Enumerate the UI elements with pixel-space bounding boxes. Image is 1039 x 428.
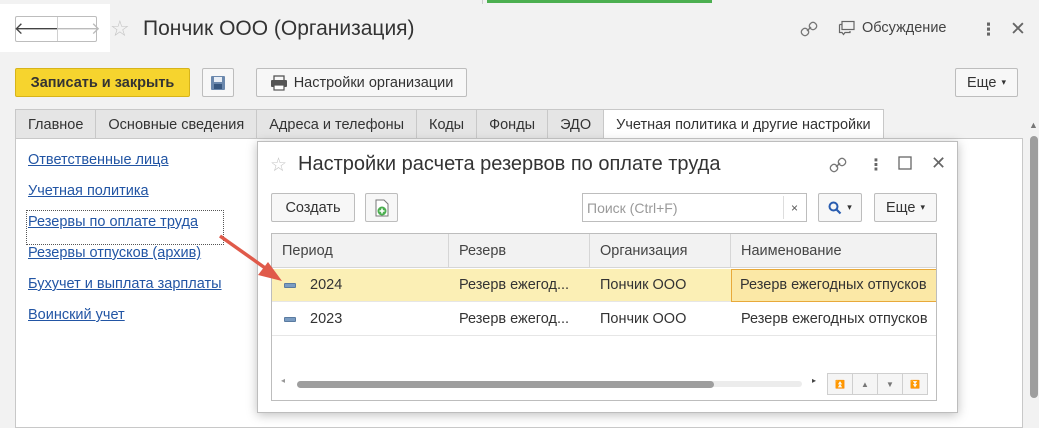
link-icon[interactable] (800, 20, 818, 43)
tab-4[interactable]: Фонды (476, 109, 549, 139)
table-row[interactable]: 2023 Резерв ежегод... Пончик ООО Резерв еже… (272, 303, 936, 336)
scroll-right-icon[interactable]: ▸ (812, 376, 816, 385)
favorite-star-icon[interactable]: ☆ (110, 16, 130, 42)
save-button[interactable] (202, 68, 234, 97)
table-navigation: ⏫ ▲ ▼ ⏬ (827, 373, 928, 395)
column-header-name[interactable]: Наименование (731, 234, 936, 268)
add-document-icon (375, 199, 388, 216)
scroll-up-icon[interactable]: ▲ (852, 373, 878, 395)
close-icon[interactable]: ✕ (931, 153, 946, 174)
record-icon (284, 283, 296, 288)
active-window-indicator (487, 0, 712, 3)
settings-link-1[interactable]: Учетная политика (28, 181, 222, 212)
settings-link-3[interactable]: Резервы отпусков (архив) (28, 243, 222, 274)
dropdown-arrow-icon: ▾ (1001, 77, 1007, 87)
column-header-reserve[interactable]: Резерв (449, 234, 590, 268)
tab-2[interactable]: Адреса и телефоны (256, 109, 418, 139)
search-input[interactable]: Поиск (Ctrl+F) (582, 193, 807, 222)
cell-period[interactable]: 2023 (300, 303, 449, 336)
window-title: Пончик ООО (Организация) (143, 17, 415, 40)
org-settings-button[interactable]: Настройки организации (256, 68, 467, 97)
scroll-down-icon[interactable]: ▼ (877, 373, 903, 395)
search-placeholder: Поиск (Ctrl+F) (587, 200, 678, 216)
scrollbar-thumb[interactable] (297, 381, 714, 388)
tab-0[interactable]: Главное (15, 109, 97, 139)
reserves-settings-dialog: ☆ Настройки расчета резервов по оплате т… (257, 141, 958, 413)
link-icon[interactable] (829, 156, 847, 179)
clear-search-button[interactable]: × (783, 196, 805, 219)
floppy-disk-icon (211, 75, 225, 90)
close-icon[interactable]: ✕ (1010, 18, 1026, 41)
chat-icon (838, 20, 855, 36)
settings-link-5[interactable]: Воинский учет (28, 305, 222, 336)
more-label: Еще (885, 199, 916, 216)
tab-3[interactable]: Коды (416, 109, 478, 139)
cell-period[interactable]: 2024 (300, 269, 449, 302)
tab-bar: Главное Основные сведения Адреса и телефон… (15, 109, 884, 140)
table-horizontal-scrollbar[interactable]: ◂ ▸ (271, 374, 816, 390)
column-header-period[interactable]: Период (272, 234, 449, 268)
page-scrollbar[interactable]: ▲ (1027, 118, 1039, 416)
scroll-up-icon[interactable]: ▲ (1029, 120, 1038, 130)
tab-5[interactable]: ЭДО (547, 109, 605, 139)
discussion-button[interactable]: Обсуждение (838, 20, 946, 36)
cell-org[interactable]: Пончик ООО (590, 303, 731, 336)
cell-org[interactable]: Пончик ООО (590, 269, 731, 302)
favorite-star-icon[interactable]: ☆ (270, 154, 287, 177)
scrollbar-thumb[interactable] (1030, 136, 1038, 398)
copy-button[interactable] (365, 193, 398, 222)
table-header: Период Резерв Организация Наименование (272, 234, 936, 268)
search-icon (828, 201, 842, 214)
search-button[interactable]: ▾ (818, 193, 862, 222)
column-header-organization[interactable]: Организация (590, 234, 731, 268)
cell-name[interactable]: Резерв ежегодных отпусков (731, 269, 936, 302)
org-settings-label: Настройки организации (293, 74, 454, 91)
dropdown-arrow-icon: ▾ (920, 202, 926, 212)
more-vertical-icon[interactable]: ⋮ (980, 20, 997, 40)
settings-links: Ответственные лица Учетная политика Резерв… (26, 150, 224, 336)
printer-icon (270, 74, 287, 91)
tab-1[interactable]: Основные сведения (95, 109, 258, 139)
top-strip (0, 0, 1039, 4)
forward-arrow-icon[interactable]: 🡒 (55, 17, 101, 41)
more-button[interactable]: Еще ▾ (874, 193, 937, 222)
tab-6[interactable]: Учетная политика и другие настройки (603, 109, 884, 140)
scroll-left-icon[interactable]: ◂ (281, 376, 285, 385)
more-button[interactable]: Еще ▾ (955, 68, 1018, 97)
scroll-bottom-icon[interactable]: ⏬ (902, 373, 928, 395)
settings-link-2[interactable]: Резервы по оплате труда (26, 210, 224, 245)
history-nav: 🡐 🡒 (14, 16, 101, 42)
nav-box: 🡐 🡒 (0, 4, 110, 52)
record-icon (284, 317, 296, 322)
cell-name[interactable]: Резерв ежегодных отпусков (731, 303, 936, 336)
tab-separator (482, 0, 483, 4)
settings-link-4[interactable]: Бухучет и выплата зарплаты (28, 274, 222, 305)
table-row[interactable]: 2024 Резерв ежегод... Пончик ООО Резерв еже… (272, 269, 936, 302)
dialog-title: Настройки расчета резервов по оплате тру… (298, 153, 721, 175)
dropdown-arrow-icon: ▾ (847, 202, 852, 212)
cell-reserve[interactable]: Резерв ежегод... (449, 269, 590, 302)
discussion-label: Обсуждение (862, 20, 947, 36)
more-vertical-icon[interactable]: ⋮ (868, 155, 884, 175)
settings-link-0[interactable]: Ответственные лица (28, 150, 222, 181)
create-button[interactable]: Создать (271, 193, 355, 222)
maximize-icon[interactable] (898, 156, 912, 175)
cell-reserve[interactable]: Резерв ежегод... (449, 303, 590, 336)
more-label: Еще (966, 74, 997, 91)
back-arrow-icon[interactable]: 🡐 (14, 17, 60, 41)
save-and-close-button[interactable]: Записать и закрыть (15, 68, 190, 97)
scroll-top-icon[interactable]: ⏫ (827, 373, 853, 395)
